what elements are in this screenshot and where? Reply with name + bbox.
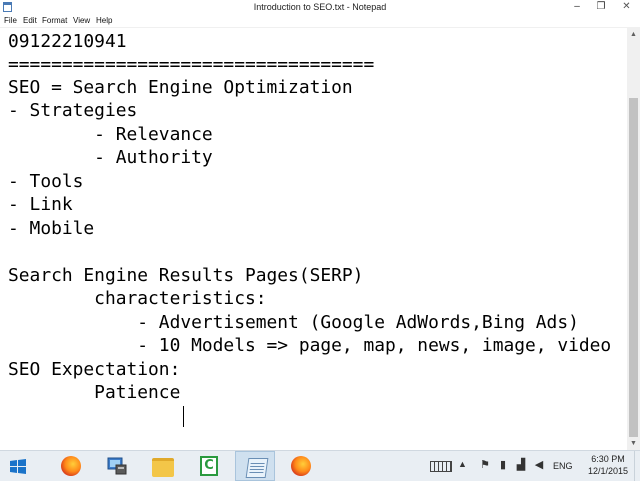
windows-logo-icon <box>10 459 26 474</box>
text-line: - 10 Models => page, map, news, image, v… <box>8 335 612 356</box>
scroll-down-arrow[interactable]: ▼ <box>627 437 640 450</box>
system-icon <box>107 457 127 475</box>
clock-date[interactable]: 12/1/2015 <box>583 466 633 477</box>
title-bar[interactable]: Introduction to SEO.txt - Notepad – ❐ ✕ <box>0 0 640 16</box>
show-desktop-button[interactable] <box>634 451 640 481</box>
language-indicator[interactable]: ENG <box>553 460 573 472</box>
tray-overflow-icon[interactable]: ▲ <box>458 459 467 469</box>
camtasia-icon: C <box>200 456 218 476</box>
firefox-icon <box>291 456 311 476</box>
menu-format[interactable]: Format <box>42 16 67 26</box>
menu-view[interactable]: View <box>73 16 90 26</box>
volume-icon[interactable]: ◀ <box>532 459 546 472</box>
text-line: ================================== <box>8 54 375 75</box>
scroll-up-arrow[interactable]: ▲ <box>627 28 640 41</box>
network-error-icon[interactable]: ⚑ <box>478 459 492 472</box>
folder-icon <box>152 458 174 477</box>
text-line: - Tools <box>8 171 84 192</box>
menu-file[interactable]: File <box>4 16 17 26</box>
start-button[interactable] <box>0 451 36 481</box>
text-line: - Authority <box>8 147 213 168</box>
notepad-icon <box>245 458 269 478</box>
menu-bar: File Edit Format View Help <box>0 15 640 28</box>
close-button[interactable]: ✕ <box>613 0 640 15</box>
window-title: Introduction to SEO.txt - Notepad <box>253 2 387 12</box>
vertical-scrollbar[interactable]: ▲ ▼ <box>627 28 640 450</box>
menu-edit[interactable]: Edit <box>23 16 37 26</box>
signal-icon[interactable]: ▟ <box>514 459 528 472</box>
clock-time[interactable]: 6:30 PM <box>583 454 633 465</box>
text-line: Patience <box>8 382 181 403</box>
text-line: SEO Expectation: <box>8 359 181 380</box>
maximize-button[interactable]: ❐ <box>589 0 613 15</box>
flag-icon[interactable]: ▮ <box>496 459 510 472</box>
menu-help[interactable]: Help <box>96 16 112 26</box>
taskbar-firefox[interactable] <box>51 451 91 481</box>
taskbar: C ▲ ⚑ ▮ ▟ ◀ ENG 6:30 PM 12/1/2015 <box>0 450 640 481</box>
taskbar-camtasia[interactable]: C <box>189 451 229 481</box>
text-line: - Strategies <box>8 100 138 121</box>
keyboard-icon[interactable] <box>430 461 452 472</box>
text-line: - Advertisement (Google AdWords,Bing Ads… <box>8 312 579 333</box>
taskbar-firefox-2[interactable] <box>281 451 321 481</box>
text-caret <box>183 406 184 427</box>
taskbar-notepad[interactable] <box>235 451 275 481</box>
taskbar-file-explorer[interactable] <box>143 451 183 481</box>
text-line: SEO = Search Engine Optimization <box>8 77 353 98</box>
text-line: - Relevance <box>8 124 213 145</box>
text-line: 09122210941 <box>8 31 127 52</box>
minimize-button[interactable]: – <box>565 0 589 15</box>
text-line: - Link <box>8 194 73 215</box>
text-editor-area[interactable]: 09122210941 ============================… <box>0 28 627 450</box>
firefox-icon <box>61 456 81 476</box>
scroll-thumb[interactable] <box>629 98 638 437</box>
text-line: characteristics: <box>8 288 267 309</box>
text-line: Search Engine Results Pages(SERP) <box>8 265 364 286</box>
text-line: - Mobile <box>8 218 95 239</box>
taskbar-control-panel[interactable] <box>97 451 137 481</box>
